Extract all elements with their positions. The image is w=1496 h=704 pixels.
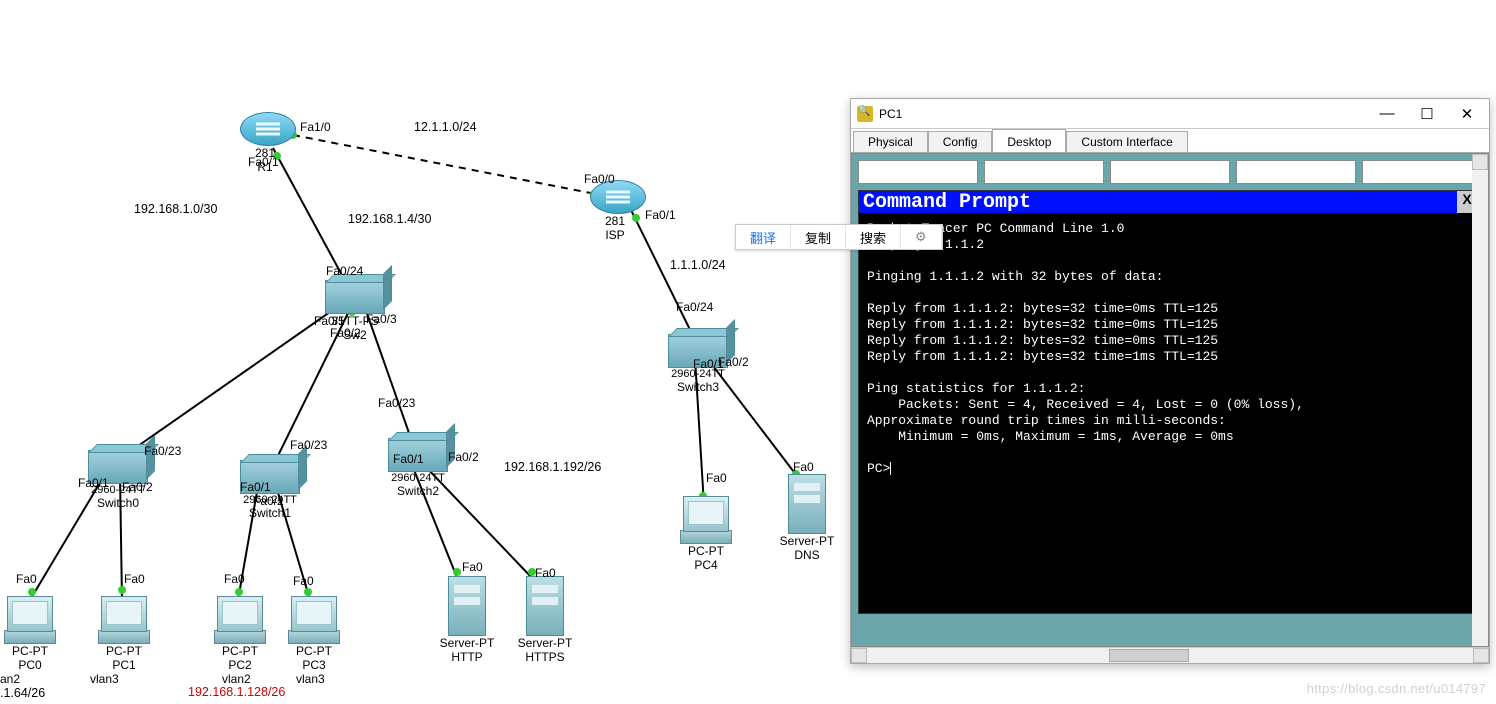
maximize-button[interactable]: ☐ — [1407, 100, 1447, 128]
watermark: https://blog.csdn.net/u014797 — [1307, 681, 1486, 696]
desktop-panel: Command Prompt X Packet Tracer PC Comman… — [851, 153, 1489, 647]
port-lbl: Fa0 — [535, 566, 556, 580]
text-cursor — [890, 462, 891, 475]
isp-model: 281 — [590, 214, 640, 228]
scroll-right-icon[interactable] — [1473, 648, 1489, 663]
pc3[interactable]: PC-PT PC3 — [284, 596, 344, 672]
close-button[interactable]: ✕ — [1447, 100, 1487, 128]
subnet-lbl: 12.1.1.0/24 — [414, 120, 477, 134]
port-lbl: Fa0/2 — [448, 450, 479, 464]
cmd-output[interactable]: Packet Tracer PC Command Line 1.0 PC>pin… — [859, 213, 1481, 613]
desk-app[interactable] — [1110, 160, 1230, 184]
tabs: Physical Config Desktop Custom Interface — [851, 129, 1489, 153]
scroll-left-icon[interactable] — [851, 648, 867, 663]
port-lbl: Fa0/1 — [248, 155, 279, 169]
sw2b-name: Switch2 — [380, 484, 456, 498]
port-lbl: Fa0/2 — [718, 355, 749, 369]
desk-app[interactable] — [858, 160, 978, 184]
vlan-lbl: vlan3 — [296, 672, 325, 686]
server-https[interactable]: Server-PT HTTPS — [510, 576, 580, 664]
desk-app[interactable] — [1236, 160, 1356, 184]
ctx-copy[interactable]: 复制 — [791, 225, 846, 249]
server-dns[interactable]: Server-PT DNS — [772, 474, 842, 562]
pc4[interactable]: PC-PT PC4 — [676, 496, 736, 572]
minimize-button[interactable]: — — [1367, 100, 1407, 128]
ctx-search[interactable]: 搜索 — [846, 225, 901, 249]
port-lbl: Fa0/1 — [393, 452, 424, 466]
scrollbar-h[interactable] — [851, 647, 1489, 663]
port-lbl: Fa0/23 — [290, 438, 327, 452]
ctx-translate[interactable]: 翻译 — [736, 225, 791, 249]
port-lbl: Fa0/1 — [78, 476, 109, 490]
context-menu: 翻译 复制 搜索 — [735, 224, 943, 250]
sw2b-model: 2960-24TT — [380, 472, 456, 484]
desktop-app-strip — [858, 160, 1482, 184]
tab-desktop[interactable]: Desktop — [992, 129, 1066, 152]
port-lbl: Fa0/24 — [326, 264, 363, 278]
subnet-lbl: 192.168.1.192/26 — [504, 460, 601, 474]
pc0[interactable]: PC-PT PC0 — [0, 596, 60, 672]
server-http[interactable]: Server-PT HTTP — [432, 576, 502, 664]
port-lbl: Fa1/0 — [300, 120, 331, 134]
pc1[interactable]: PC-PT PC1 — [94, 596, 154, 672]
isp-name: ISP — [590, 228, 640, 242]
command-prompt-window: Command Prompt X Packet Tracer PC Comman… — [858, 190, 1482, 614]
router-isp[interactable]: 281 ISP — [590, 180, 640, 242]
port-lbl: Fa0/3 — [366, 312, 397, 326]
vlan-lbl: vlan2 — [222, 672, 251, 686]
port-lbl: Fa0/23 — [378, 396, 415, 410]
sw1-name: Switch1 — [232, 506, 308, 520]
network-topology[interactable]: 281 R1 281 ISP 35TT-PS Sw2 2960-24TT Swi… — [0, 0, 850, 704]
subnet-lbl: 192.168.1.4/30 — [348, 212, 431, 226]
port-lbl: Fa0/2 — [330, 326, 361, 340]
window-title: PC1 — [879, 107, 1367, 121]
port-lbl: Fa0/1 — [240, 480, 271, 494]
pc2[interactable]: PC-PT PC2 — [210, 596, 270, 672]
port-lbl: Fa0/23 — [144, 444, 181, 458]
switch-sw2b[interactable]: 2960-24TT Switch2 — [380, 438, 456, 498]
port-lbl: Fa0 — [224, 572, 245, 586]
port-lbl: Fa0 — [706, 471, 727, 485]
port-lbl: Fa0 — [293, 574, 314, 588]
port-lbl: Fa0 — [124, 572, 145, 586]
vlan-lbl: vlan3 — [90, 672, 119, 686]
app-icon — [857, 106, 873, 122]
cmd-title: Command Prompt — [863, 191, 1457, 213]
subnet-lbl: 1.1.1.0/24 — [670, 258, 726, 272]
titlebar[interactable]: PC1 — ☐ ✕ — [851, 99, 1489, 129]
tab-custom[interactable]: Custom Interface — [1066, 131, 1187, 152]
sw0-name: Switch0 — [80, 496, 156, 510]
subnet-lbl: 192.168.1.0/30 — [134, 202, 217, 216]
port-lbl: Fa0/1 — [645, 208, 676, 222]
vlan-lbl: an2 — [0, 672, 20, 686]
port-lbl: Fa0/2 — [253, 494, 284, 508]
tab-config[interactable]: Config — [928, 131, 993, 152]
sw3-name: Switch3 — [660, 380, 736, 394]
port-lbl: Fa0 — [16, 572, 37, 586]
desk-app[interactable] — [1362, 160, 1482, 184]
subnet-lbl: 192.168.1.128/26 — [188, 685, 285, 699]
pc1-window[interactable]: PC1 — ☐ ✕ Physical Config Desktop Custom… — [850, 98, 1490, 664]
port-lbl: Fa0 — [462, 560, 483, 574]
desk-app[interactable] — [984, 160, 1104, 184]
port-lbl: Fa0/24 — [676, 300, 713, 314]
tab-physical[interactable]: Physical — [853, 131, 928, 152]
port-lbl: Fa0/2 — [122, 480, 153, 494]
port-lbl: Fa0/0 — [584, 172, 615, 186]
ctx-settings-icon[interactable] — [901, 225, 942, 249]
scrollbar-v[interactable] — [1472, 154, 1488, 646]
scroll-thumb[interactable] — [1109, 649, 1189, 662]
subnet-lbl: .1.64/26 — [0, 686, 45, 700]
cmd-titlebar[interactable]: Command Prompt X — [859, 191, 1481, 213]
port-lbl: Fa0 — [793, 460, 814, 474]
